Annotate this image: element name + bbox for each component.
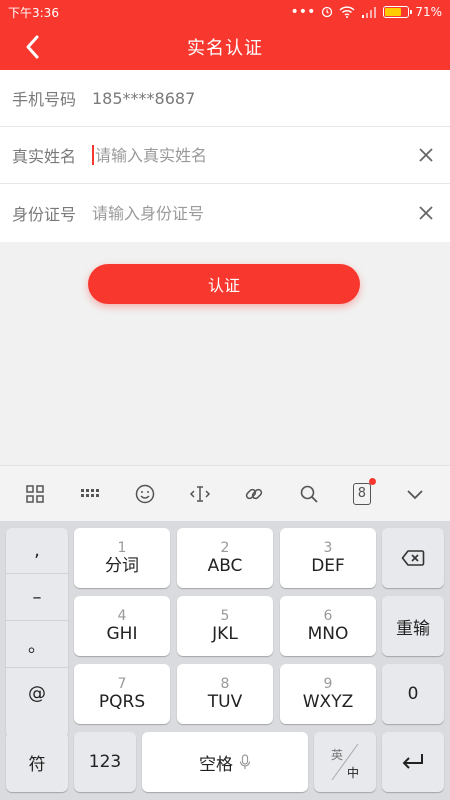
space-label: 空格 [199, 754, 233, 775]
status-icons: ••• 71% [291, 5, 442, 19]
key-6-number: 6 [323, 608, 333, 624]
wifi-icon [339, 6, 355, 18]
key-5[interactable]: 5 JKL [177, 596, 273, 656]
keyboard: , – 。 @ 1 分词 2 ABC 3 DEF 4 GHI 5 JKL 6 M… [0, 521, 450, 800]
number-mode-key[interactable]: 123 [74, 732, 136, 792]
microphone-icon [239, 754, 251, 769]
id-row: 身份证号 [0, 184, 450, 242]
key-3-number: 3 [323, 540, 333, 556]
search-icon[interactable] [298, 483, 320, 505]
language-switch-key[interactable]: 英 中 [314, 732, 376, 792]
name-input[interactable] [95, 145, 416, 165]
grid-menu-icon[interactable] [24, 483, 46, 505]
nav-bar: 实名认证 [0, 24, 450, 70]
key-4-number: 4 [117, 608, 127, 624]
more-dots-icon: ••• [290, 4, 316, 20]
page-title: 实名认证 [187, 38, 263, 59]
enter-key[interactable] [382, 732, 444, 792]
punct-key-dash[interactable]: – [6, 575, 68, 621]
text-caret [92, 145, 94, 165]
battery-icon [383, 6, 413, 18]
reinput-key[interactable]: 重输 [382, 596, 444, 656]
key-9[interactable]: 9 WXYZ [280, 664, 376, 724]
lang-chinese-label: 中 [347, 766, 360, 780]
clear-name-icon[interactable] [416, 145, 436, 165]
key-9-label: WXYZ [302, 692, 354, 712]
key-3-label: DEF [311, 556, 345, 576]
lang-english-label: 英 [331, 748, 344, 762]
punctuation-column: , – 。 @ [6, 528, 68, 738]
key-0[interactable]: 0 [382, 664, 444, 724]
key-1-number: 1 [117, 540, 127, 556]
symbol-label: 符 [28, 754, 46, 775]
enter-icon [402, 754, 423, 769]
key-7[interactable]: 7 PQRS [74, 664, 170, 724]
name-label: 真实姓名 [12, 147, 77, 166]
emoji-icon[interactable] [134, 483, 156, 505]
id-number-input[interactable] [92, 203, 416, 223]
id-label: 身份证号 [12, 205, 77, 224]
key-2-number: 2 [220, 540, 230, 556]
punct-key-comma[interactable]: , [6, 528, 68, 574]
number-mode-label: 123 [88, 752, 122, 772]
key-0-label: 0 [407, 684, 419, 704]
back-arrow-icon[interactable] [20, 33, 48, 61]
clear-id-icon[interactable] [416, 203, 436, 223]
key-7-number: 7 [117, 676, 127, 692]
punct-key-at[interactable]: @ [6, 669, 68, 717]
signal-icon [362, 7, 377, 18]
clipboard-icon[interactable]: 8 [352, 477, 376, 505]
key-6-label: MNO [307, 624, 349, 644]
alarm-icon [322, 6, 333, 18]
clipboard-count: 8 [357, 486, 367, 501]
diagonal-divider-icon [331, 743, 359, 781]
phone-value: 185****8687 [92, 88, 196, 108]
key-5-number: 5 [220, 608, 230, 624]
keyboard-layout-icon[interactable] [79, 483, 101, 505]
verification-form: 手机号码 185****8687 真实姓名 身份证号 [0, 70, 450, 242]
key-7-label: PQRS [98, 692, 146, 712]
status-time: 下午3:36 [8, 5, 59, 20]
key-4-label: GHI [106, 624, 138, 644]
verify-button[interactable]: 认证 [88, 264, 360, 304]
reinput-label: 重输 [396, 618, 430, 639]
punct-key-period[interactable]: 。 [6, 622, 68, 668]
cursor-move-icon[interactable] [189, 483, 211, 505]
key-1-label: 分词 [105, 556, 139, 576]
backspace-icon [401, 550, 425, 566]
collapse-keyboard-icon[interactable] [404, 483, 426, 505]
key-9-number: 9 [323, 676, 333, 692]
symbol-key[interactable]: 符 [6, 732, 68, 792]
phone-row: 手机号码 185****8687 [0, 70, 450, 127]
phone-label: 手机号码 [12, 90, 77, 109]
key-8-label: TUV [207, 692, 243, 712]
link-icon[interactable] [243, 483, 265, 505]
key-5-label: JKL [212, 624, 238, 644]
key-8[interactable]: 8 TUV [177, 664, 273, 724]
key-4[interactable]: 4 GHI [74, 596, 170, 656]
backspace-key[interactable] [382, 528, 444, 588]
status-bar: 下午3:36 ••• 71% [0, 0, 450, 24]
space-key[interactable]: 空格 [142, 732, 308, 792]
key-3[interactable]: 3 DEF [280, 528, 376, 588]
key-2-label: ABC [207, 556, 243, 576]
name-row: 真实姓名 [0, 127, 450, 184]
key-1[interactable]: 1 分词 [74, 528, 170, 588]
notification-dot [368, 477, 376, 485]
keyboard-toolbar: 8 [0, 465, 450, 521]
battery-percent: 71% [415, 5, 442, 19]
key-2[interactable]: 2 ABC [177, 528, 273, 588]
key-8-number: 8 [220, 676, 230, 692]
key-6[interactable]: 6 MNO [280, 596, 376, 656]
